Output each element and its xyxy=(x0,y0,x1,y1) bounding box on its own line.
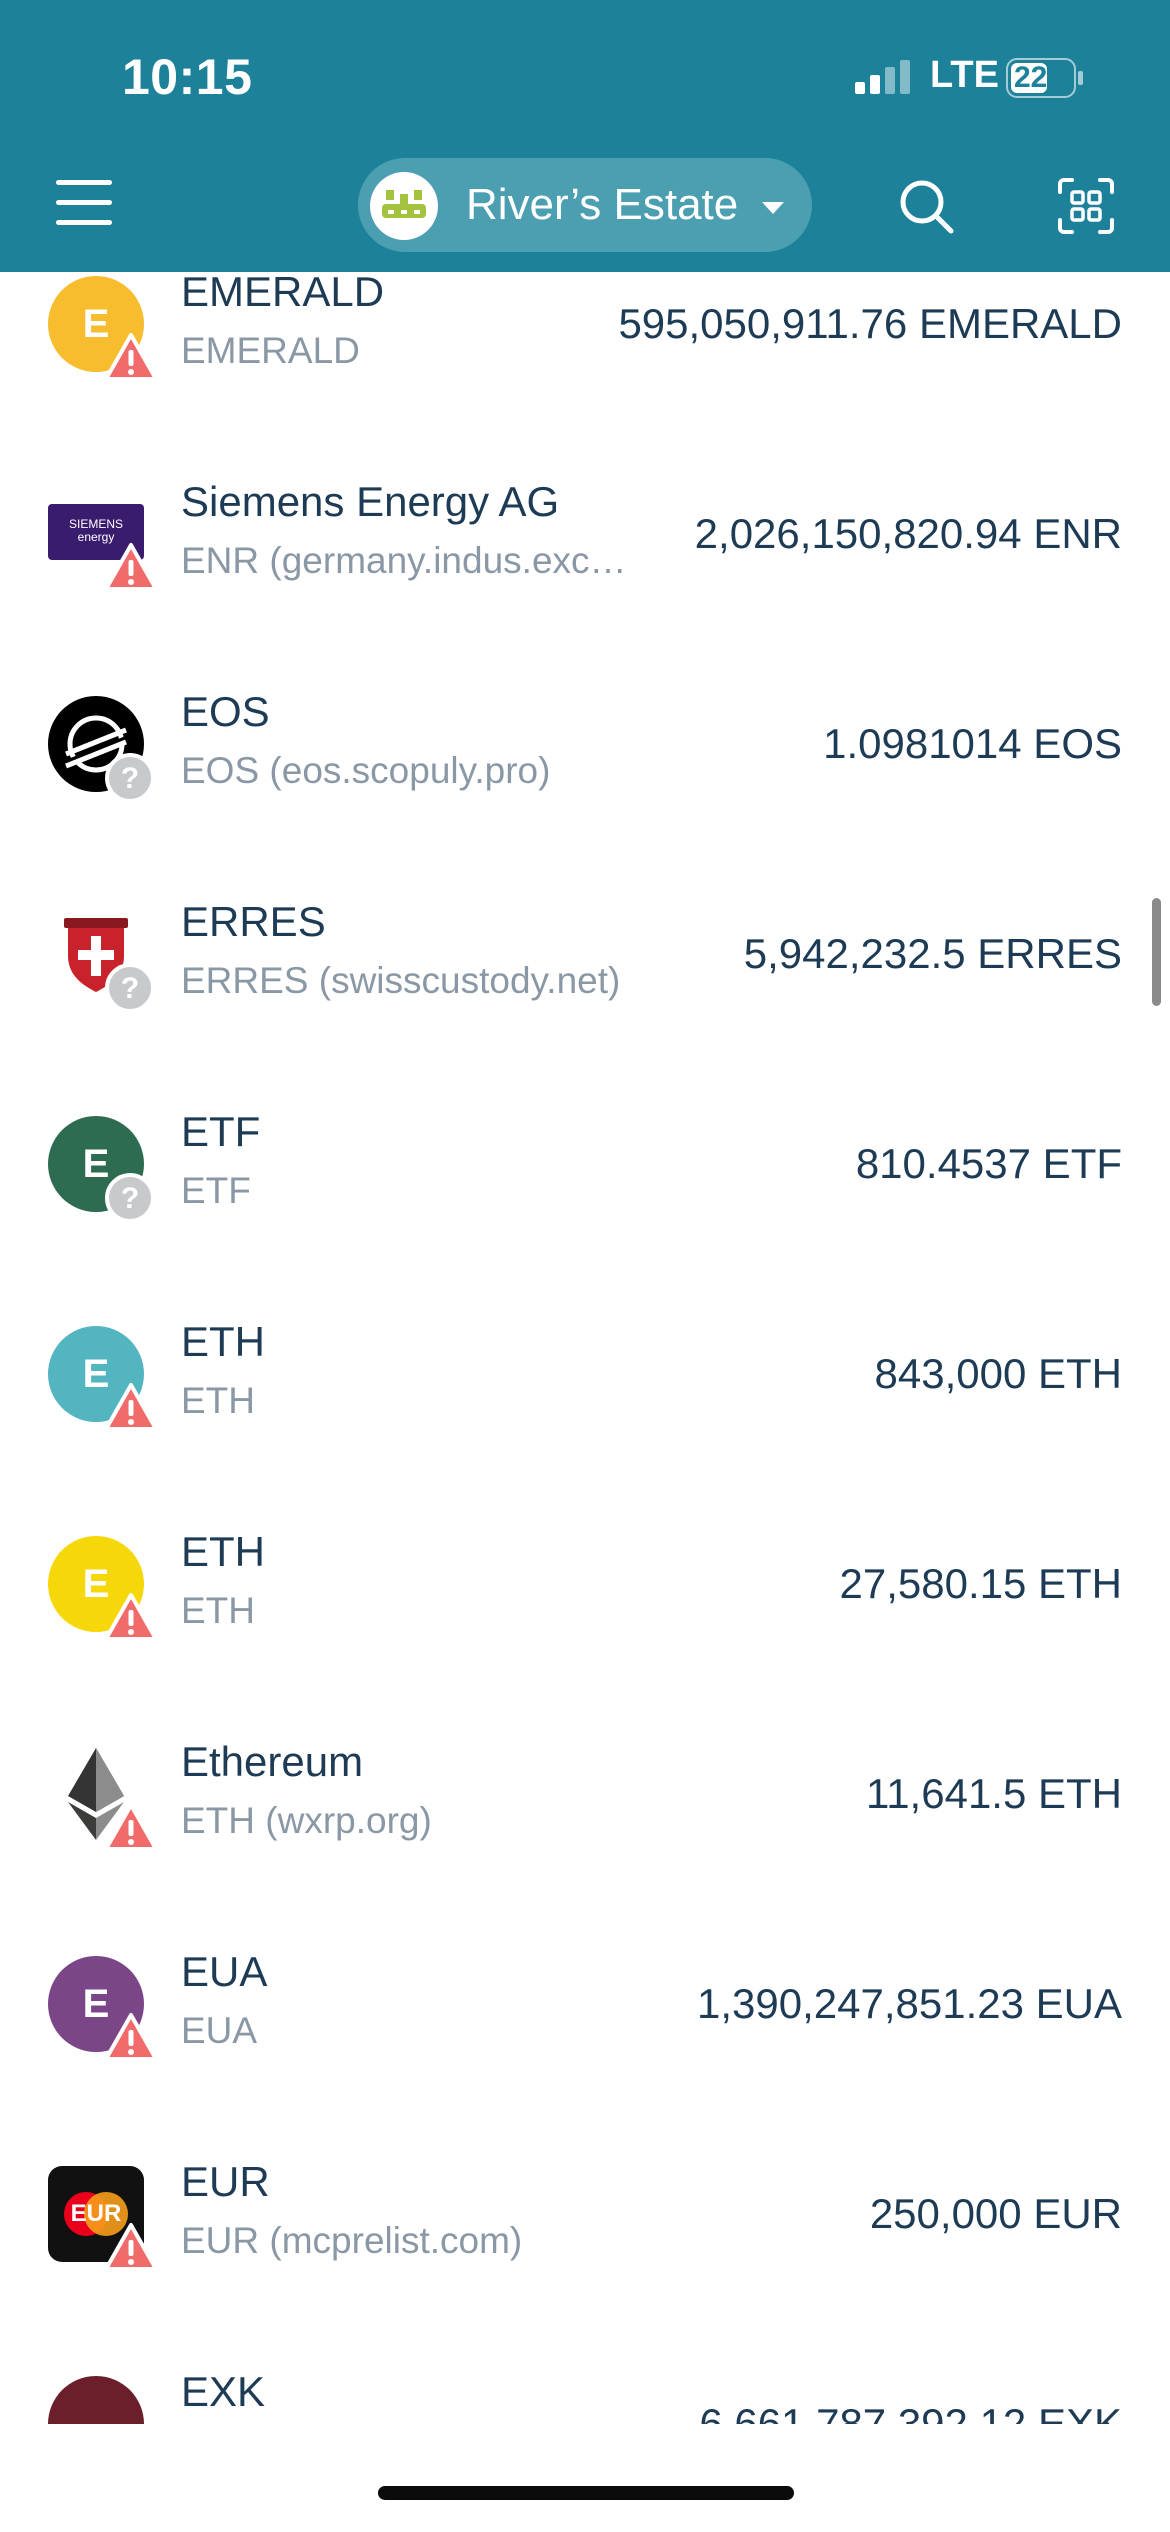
asset-name: ETF xyxy=(181,1108,261,1155)
asset-row-eua[interactable]: E EUA EUA 1,390,247,851.23 EUA xyxy=(0,1898,1170,2108)
asset-balance: 843,000 ETH xyxy=(874,1350,1123,1397)
asset-logo-wrap xyxy=(48,2376,144,2424)
asset-logo-wrap: ? xyxy=(48,906,155,1012)
warning-icon xyxy=(104,543,158,591)
estate-avatar-icon xyxy=(382,190,426,218)
warning-icon xyxy=(104,1593,158,1641)
asset-issuer: ETH xyxy=(181,1590,255,1631)
search-icon[interactable] xyxy=(896,176,956,236)
asset-logo-wrap: E xyxy=(48,1536,158,1641)
asset-balance: 250,000 EUR xyxy=(869,2190,1122,2237)
asset-logo xyxy=(48,2376,144,2424)
warning-icon xyxy=(104,333,158,381)
unknown-issuer-icon: ? xyxy=(105,1173,155,1222)
qr-scan-icon[interactable] xyxy=(1056,176,1116,236)
unknown-issuer-icon: ? xyxy=(105,963,155,1012)
asset-logo-wrap: EUR xyxy=(48,2166,158,2271)
asset-name: ERRES xyxy=(181,898,326,945)
asset-issuer: ENR (germany.indus.exchange) xyxy=(181,540,631,581)
asset-logo-wrap: E xyxy=(48,1956,158,2061)
battery-icon: 22 xyxy=(1006,58,1086,98)
siemens-energy-logo-text: SIEMENS energy xyxy=(68,517,123,544)
asset-issuer: ERRES (swisscustody.net) xyxy=(181,960,621,1001)
asset-logo-wrap xyxy=(48,1746,158,1851)
asset-balance: 11,641.5 ETH xyxy=(865,1770,1122,1817)
chevron-down-icon xyxy=(762,202,784,214)
asset-name: ETH xyxy=(181,1528,265,1575)
asset-logo-wrap: ? xyxy=(48,696,155,802)
asset-row-exk[interactable]: EXK 6,661,787,392.12 EXK xyxy=(0,2318,1170,2424)
asset-issuer: EOS (eos.scopuly.pro) xyxy=(181,750,551,791)
asset-name: Siemens Energy AG xyxy=(181,478,560,525)
asset-row-erres[interactable]: ? ERRES ERRES (swisscustody.net) 5,942,2… xyxy=(0,848,1170,1058)
asset-balance: 1,390,247,851.23 EUA xyxy=(696,1980,1122,2027)
asset-row-siemens-energy[interactable]: SIEMENS energy Siemens Energy AG ENR (ge… xyxy=(0,428,1170,638)
asset-logo-wrap: E ? xyxy=(48,1116,155,1222)
asset-row-eth[interactable]: E ETH ETH 843,000 ETH xyxy=(0,1268,1170,1478)
asset-list[interactable]: E EMERALD EMERALD 595,050,911.76 EMERALD… xyxy=(0,272,1170,2424)
asset-logo-wrap: E xyxy=(48,1326,158,1431)
asset-issuer: ETH xyxy=(181,1380,255,1421)
asset-name: EOS xyxy=(181,688,270,735)
asset-row-eur[interactable]: EUR EUR EUR (mcprelist.com) 250,000 EUR xyxy=(0,2108,1170,2318)
home-indicator[interactable] xyxy=(378,2486,794,2500)
asset-name: EUA xyxy=(181,1948,268,1995)
asset-row-emerald[interactable]: E EMERALD EMERALD 595,050,911.76 EMERALD xyxy=(0,272,1170,428)
asset-name: Ethereum xyxy=(181,1738,364,1785)
estate-name: River’s Estate xyxy=(466,180,739,229)
warning-icon xyxy=(104,1803,158,1851)
asset-name: ETH xyxy=(181,1318,265,1365)
asset-row-eth[interactable]: E ETH ETH 27,580.15 ETH xyxy=(0,1478,1170,1688)
battery-level: 22 xyxy=(1014,61,1048,94)
scrollbar[interactable] xyxy=(1152,898,1161,1006)
estate-avatar xyxy=(370,172,438,240)
asset-balance: 1.0981014 EOS xyxy=(823,720,1122,767)
network-label: LTE xyxy=(930,54,999,96)
asset-balance: 810.4537 ETF xyxy=(855,1140,1122,1187)
asset-name: EXK xyxy=(181,2368,266,2415)
asset-name: EMERALD xyxy=(181,272,385,315)
asset-logo-wrap: E xyxy=(48,276,158,381)
asset-balance: 595,050,911.76 EMERALD xyxy=(618,300,1122,347)
asset-row-ethereum[interactable]: Ethereum ETH (wxrp.org) 11,641.5 ETH xyxy=(0,1688,1170,1898)
asset-issuer: EUR (mcprelist.com) xyxy=(181,2220,523,2261)
svg-text:?: ? xyxy=(121,762,139,795)
asset-balance: 5,942,232.5 ERRES xyxy=(743,930,1122,977)
svg-text:?: ? xyxy=(121,972,139,1005)
asset-row-etf[interactable]: E ? ETF ETF 810.4537 ETF xyxy=(0,1058,1170,1268)
asset-balance: 2,026,150,820.94 ENR xyxy=(694,510,1122,557)
warning-icon xyxy=(104,2013,158,2061)
status-time: 10:15 xyxy=(122,49,253,105)
asset-issuer: EUA xyxy=(181,2010,258,2051)
svg-text:?: ? xyxy=(121,1182,139,1215)
asset-issuer: EMERALD xyxy=(181,330,360,371)
warning-icon xyxy=(104,1383,158,1431)
signal-icon xyxy=(855,60,910,94)
asset-row-eos[interactable]: ? EOS EOS (eos.scopuly.pro) 1.0981014 EO… xyxy=(0,638,1170,848)
asset-logo-wrap: SIEMENS energy xyxy=(48,486,158,591)
asset-balance: 6,661,787,392.12 EXK xyxy=(699,2400,1122,2424)
estate-selector[interactable]: River’s Estate xyxy=(358,158,812,252)
asset-balance: 27,580.15 ETH xyxy=(839,1560,1122,1607)
warning-icon xyxy=(104,2223,158,2271)
menu-icon[interactable] xyxy=(56,178,112,228)
asset-name: EUR xyxy=(181,2158,270,2205)
asset-issuer: ETH (wxrp.org) xyxy=(181,1800,432,1841)
unknown-issuer-icon: ? xyxy=(105,753,155,802)
app-header: 10:15 LTE 22 River’s Estate xyxy=(0,0,1170,272)
asset-issuer: ETF xyxy=(181,1170,251,1211)
